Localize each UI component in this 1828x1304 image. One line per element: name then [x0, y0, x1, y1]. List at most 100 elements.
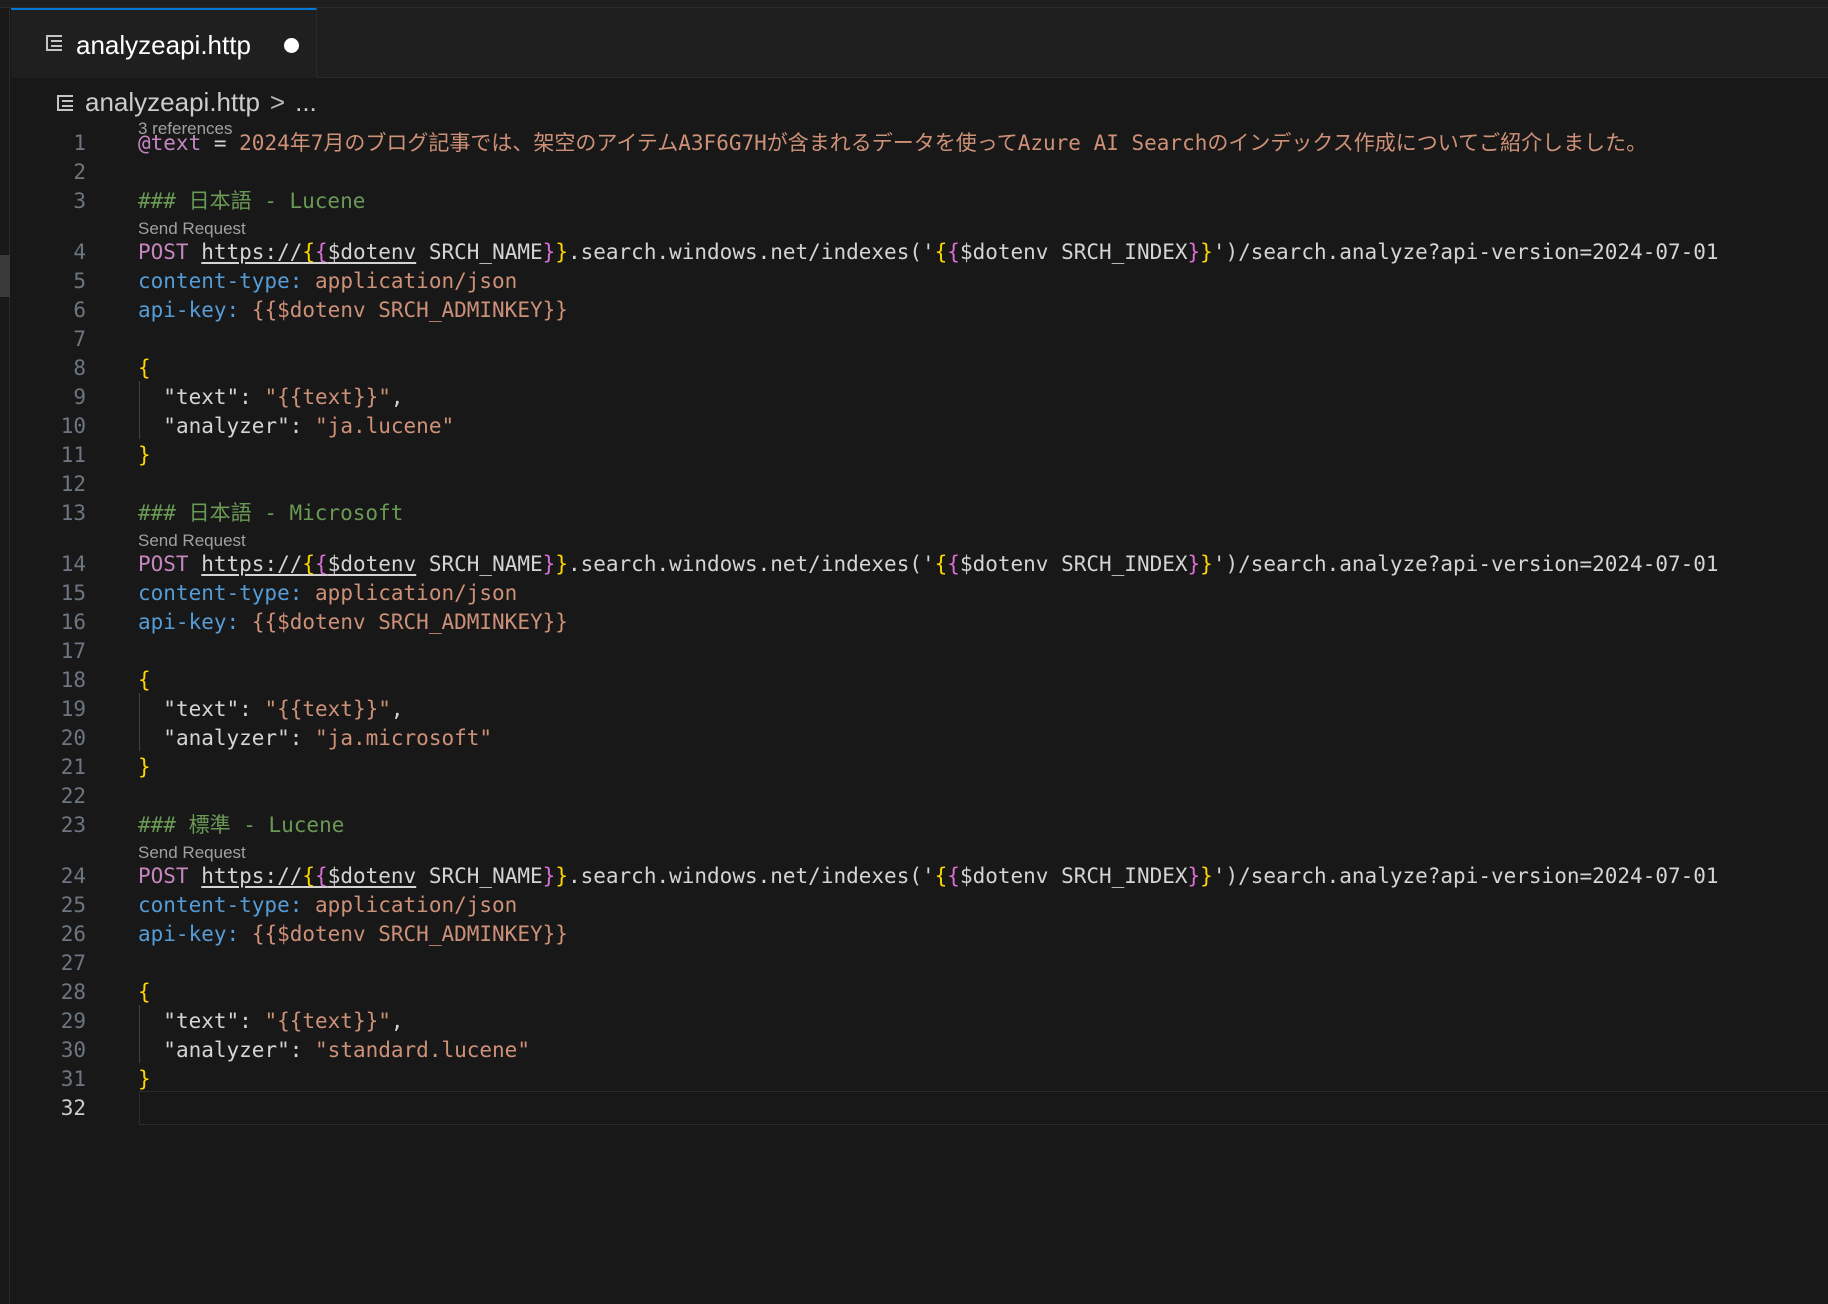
chevron-right-icon: > — [269, 86, 286, 117]
brace: { — [947, 864, 960, 888]
tab-label: analyzeapi.http — [76, 30, 251, 60]
brace: { — [315, 552, 328, 576]
colon: : — [289, 414, 316, 438]
brace: } — [542, 864, 556, 888]
json-key: "analyzer" — [163, 726, 290, 750]
url-host: .search.windows.net/indexes(' — [567, 552, 935, 576]
header-value: {{$dotenv SRCH_ADMINKEY}} — [251, 610, 568, 634]
json-value: "standard.lucene" — [315, 1038, 530, 1062]
colon: : — [289, 726, 316, 750]
env-name: SRCH_NAME — [416, 864, 543, 888]
comma: , — [390, 697, 404, 721]
brace: } — [1187, 864, 1201, 888]
unsaved-dot-icon[interactable] — [284, 38, 299, 53]
editor-tab-bar: analyzeapi.http — [11, 8, 1828, 78]
brace: { — [934, 240, 948, 264]
json-value: "{{text}}" — [264, 385, 391, 409]
env-index: $dotenv SRCH_INDEX — [959, 552, 1188, 576]
json-key: "text" — [163, 1009, 240, 1033]
header-value: application/json — [315, 269, 518, 293]
json-value: "{{text}}" — [264, 1009, 391, 1033]
code-line-current: 32 — [11, 1091, 1828, 1125]
json-value: "{{text}}" — [264, 697, 391, 721]
header-value: {{$dotenv SRCH_ADMINKEY}} — [251, 922, 568, 946]
code-line: 23 ### 標準 - Lucene — [11, 808, 1828, 842]
env-name: SRCH_NAME — [416, 240, 543, 264]
brace: } — [555, 240, 568, 264]
breadcrumb-more[interactable]: ... — [295, 87, 317, 118]
header-key: api-key: — [138, 298, 240, 322]
brace: { — [315, 864, 328, 888]
brace: } — [1187, 240, 1201, 264]
file-lines-icon — [46, 34, 62, 51]
json-value: "ja.lucene" — [315, 414, 455, 438]
header-key: api-key: — [138, 610, 240, 634]
request-url[interactable]: https://{{$dotenv — [201, 864, 416, 888]
request-heading: ### 標準 - Lucene — [138, 813, 345, 837]
url-tail: ')/search.analyze?api-version=2024-07-01 — [1212, 864, 1719, 888]
brace: { — [947, 552, 960, 576]
variable-value: 2024年7月のブログ記事では、架空のアイテムA3F6G7Hが含まれるデータを使… — [239, 131, 1648, 155]
http-method: POST — [138, 240, 189, 264]
request-heading: ### 日本語 - Microsoft — [138, 501, 404, 525]
brace: } — [542, 552, 556, 576]
header-key: api-key: — [138, 922, 240, 946]
url-host: .search.windows.net/indexes(' — [567, 240, 935, 264]
line-number: 3 — [73, 189, 86, 213]
dotenv-token: $dotenv — [327, 240, 417, 264]
colon: : — [239, 385, 265, 409]
brace: { — [934, 552, 948, 576]
brace: { — [934, 864, 948, 888]
json-key: "text" — [163, 385, 240, 409]
header-key: content-type: — [138, 893, 303, 917]
header-key: content-type: — [138, 269, 303, 293]
colon: : — [289, 1038, 316, 1062]
brace: { — [302, 240, 316, 264]
env-index: $dotenv SRCH_INDEX — [959, 240, 1188, 264]
brace: { — [302, 864, 316, 888]
brace: { — [315, 240, 328, 264]
line-number: 32 — [60, 1096, 86, 1120]
sash-marker[interactable] — [0, 255, 10, 297]
brace: } — [1200, 552, 1213, 576]
brace: } — [542, 240, 556, 264]
dotenv-token: $dotenv — [327, 864, 417, 888]
env-index: $dotenv SRCH_INDEX — [959, 864, 1188, 888]
line-number: 13 — [60, 501, 86, 525]
variable-name: @text — [138, 131, 202, 155]
code-line: 3 ### 日本語 - Lucene — [11, 184, 1828, 218]
brace: } — [1187, 552, 1201, 576]
line-number: 23 — [60, 813, 86, 837]
header-value: application/json — [315, 581, 518, 605]
json-key: "text" — [163, 697, 240, 721]
colon: : — [239, 1009, 265, 1033]
tab-analyzeapi-http[interactable]: analyzeapi.http — [11, 8, 317, 78]
colon: : — [239, 697, 265, 721]
url-scheme: https:// — [201, 240, 303, 264]
brace: } — [555, 552, 568, 576]
json-key: "analyzer" — [163, 414, 290, 438]
brace: } — [1200, 240, 1213, 264]
window-top-border — [0, 0, 1828, 8]
comma: , — [390, 1009, 404, 1033]
url-scheme: https:// — [201, 552, 303, 576]
http-method: POST — [138, 552, 189, 576]
brace: } — [1200, 864, 1213, 888]
brace: { — [302, 552, 316, 576]
request-url[interactable]: https://{{$dotenv — [201, 552, 416, 576]
json-key: "analyzer" — [163, 1038, 290, 1062]
brace: { — [947, 240, 960, 264]
json-value: "ja.microsoft" — [315, 726, 493, 750]
file-lines-icon — [57, 94, 73, 111]
url-tail: ')/search.analyze?api-version=2024-07-01 — [1212, 240, 1719, 264]
request-url[interactable]: https://{{$dotenv — [201, 240, 416, 264]
code-editor[interactable]: 3 references 1 @text = 2024年7月のブログ記事では、架… — [11, 119, 1828, 1304]
dotenv-token: $dotenv — [327, 552, 417, 576]
breadcrumb-file[interactable]: analyzeapi.http — [85, 87, 260, 118]
url-scheme: https:// — [201, 864, 303, 888]
header-value: {{$dotenv SRCH_ADMINKEY}} — [251, 298, 568, 322]
url-tail: ')/search.analyze?api-version=2024-07-01 — [1212, 552, 1719, 576]
env-name: SRCH_NAME — [416, 552, 543, 576]
brace: } — [555, 864, 568, 888]
breadcrumb: analyzeapi.http > ... — [57, 84, 317, 120]
